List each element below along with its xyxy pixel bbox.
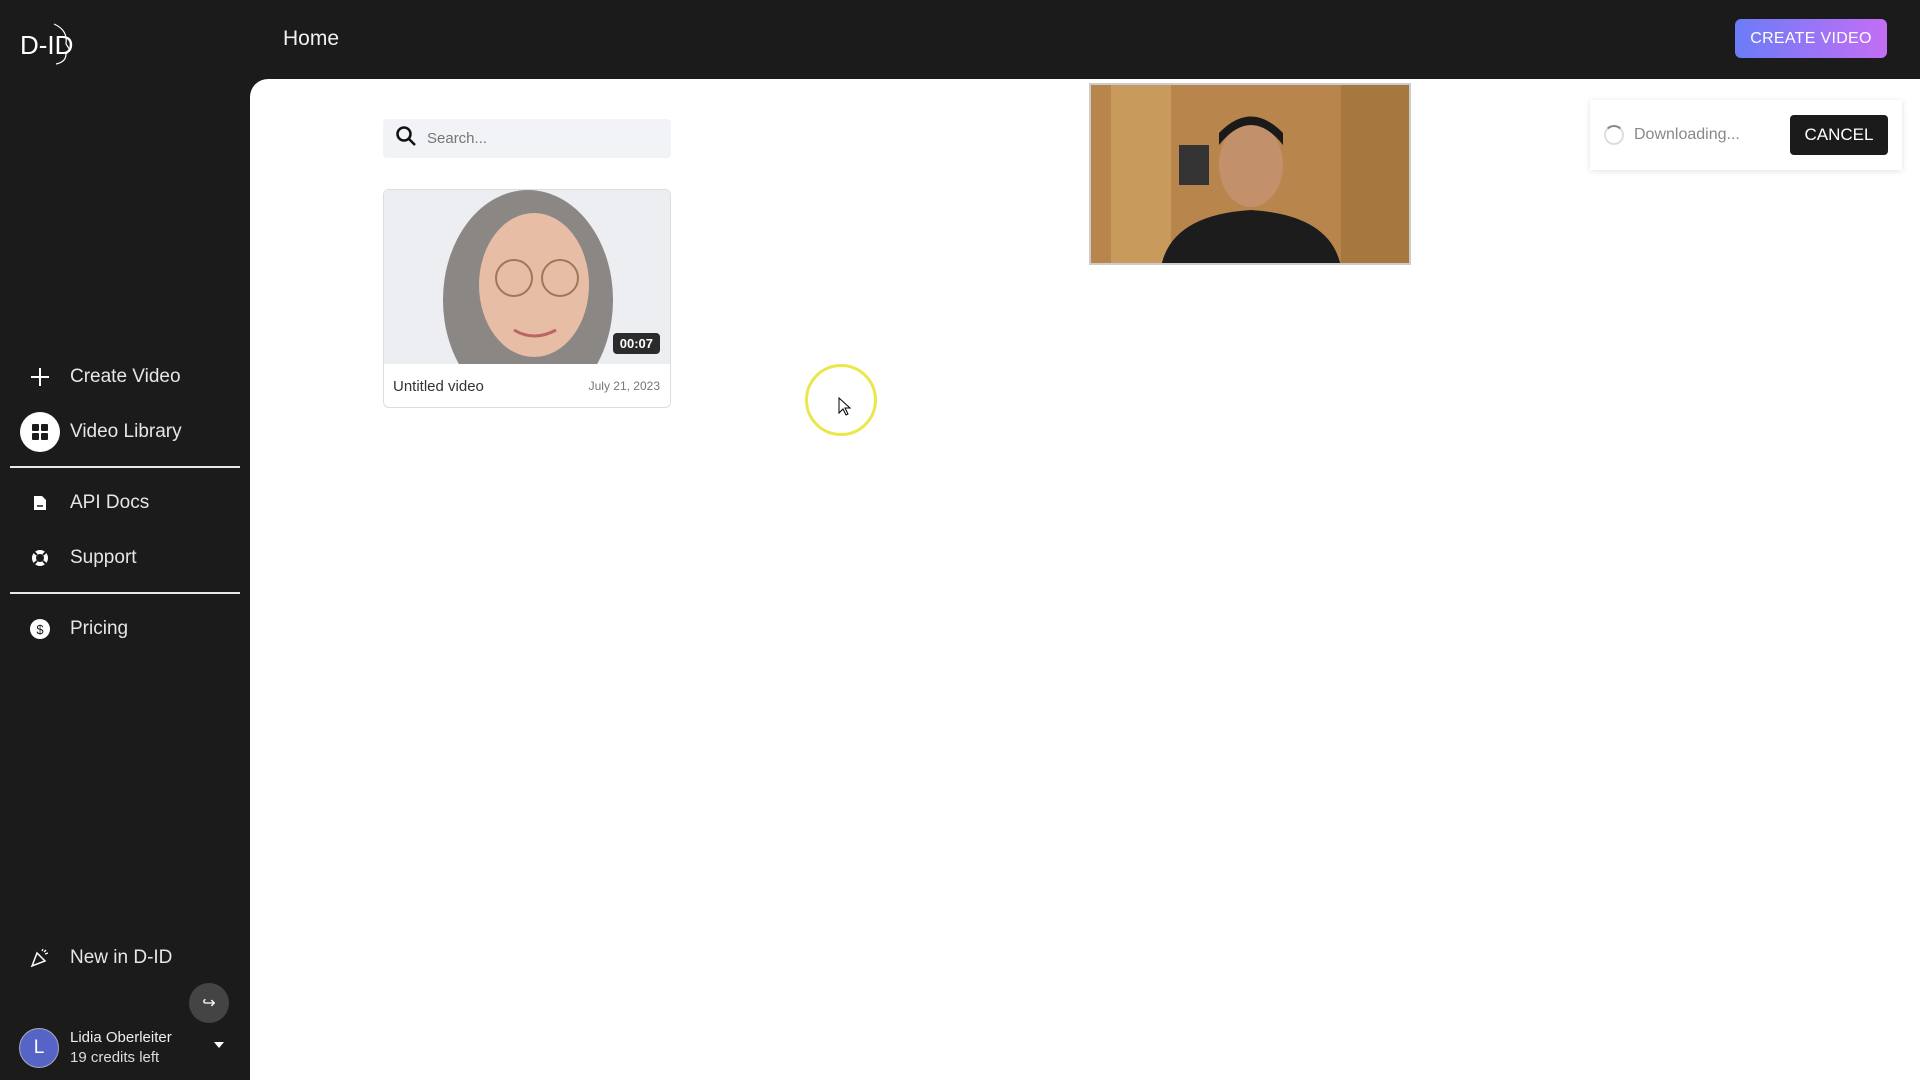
mouse-pointer-icon (838, 397, 852, 416)
download-toast: Downloading... CANCEL (1590, 100, 1902, 170)
chevron-down-icon[interactable] (214, 1042, 224, 1048)
sidebar-item-video-library[interactable]: Video Library (0, 410, 250, 454)
sidebar-item-create-video[interactable]: Create Video (0, 355, 250, 399)
loading-spinner-icon (1604, 125, 1624, 145)
sidebar-item-label: Create Video (70, 366, 181, 387)
download-status: Downloading... (1634, 126, 1740, 143)
party-popper-icon (20, 938, 60, 978)
sidebar-item-label: Video Library (70, 421, 182, 442)
search-input[interactable] (427, 130, 647, 147)
share-arrow-icon: ↪ (202, 995, 216, 1012)
sidebar-item-label: New in D-ID (70, 947, 173, 968)
video-title: Untitled video (393, 378, 484, 395)
share-button[interactable]: ↪ (189, 983, 229, 1023)
sidebar-divider (10, 466, 240, 468)
plus-icon (20, 357, 60, 397)
cancel-button[interactable]: CANCEL (1790, 115, 1888, 155)
search-icon (395, 125, 417, 152)
sidebar-item-pricing[interactable]: $ Pricing (0, 607, 250, 651)
logo[interactable]: D-ID (20, 22, 76, 66)
sidebar-item-label: Support (70, 547, 137, 568)
sidebar-item-label: API Docs (70, 492, 150, 513)
document-icon (20, 483, 60, 523)
dollar-icon: $ (20, 609, 60, 649)
lifebuoy-icon (20, 538, 60, 578)
user-name: Lidia Oberleiter (70, 1029, 172, 1046)
sidebar-item-new-in-d-id[interactable]: New in D-ID (0, 936, 250, 980)
video-date: July 21, 2023 (588, 379, 660, 393)
video-thumbnail[interactable]: 00:07 (384, 190, 670, 364)
video-card[interactable]: 00:07 Untitled video July 21, 2023 (383, 189, 671, 408)
sidebar-item-api-docs[interactable]: API Docs (0, 481, 250, 525)
sidebar-divider (10, 592, 240, 594)
create-video-button[interactable]: CREATE VIDEO (1735, 19, 1887, 58)
sidebar-item-label: Pricing (70, 618, 129, 639)
grid-icon (20, 412, 60, 452)
webcam-overlay (1089, 83, 1411, 265)
page-title: Home (283, 27, 340, 50)
credits-left: 19 credits left (70, 1049, 160, 1066)
svg-text:$: $ (36, 622, 44, 637)
duration-badge: 00:07 (612, 333, 660, 354)
search-bar[interactable] (383, 119, 671, 158)
sidebar-item-support[interactable]: Support (0, 536, 250, 580)
avatar[interactable]: L (19, 1028, 59, 1068)
